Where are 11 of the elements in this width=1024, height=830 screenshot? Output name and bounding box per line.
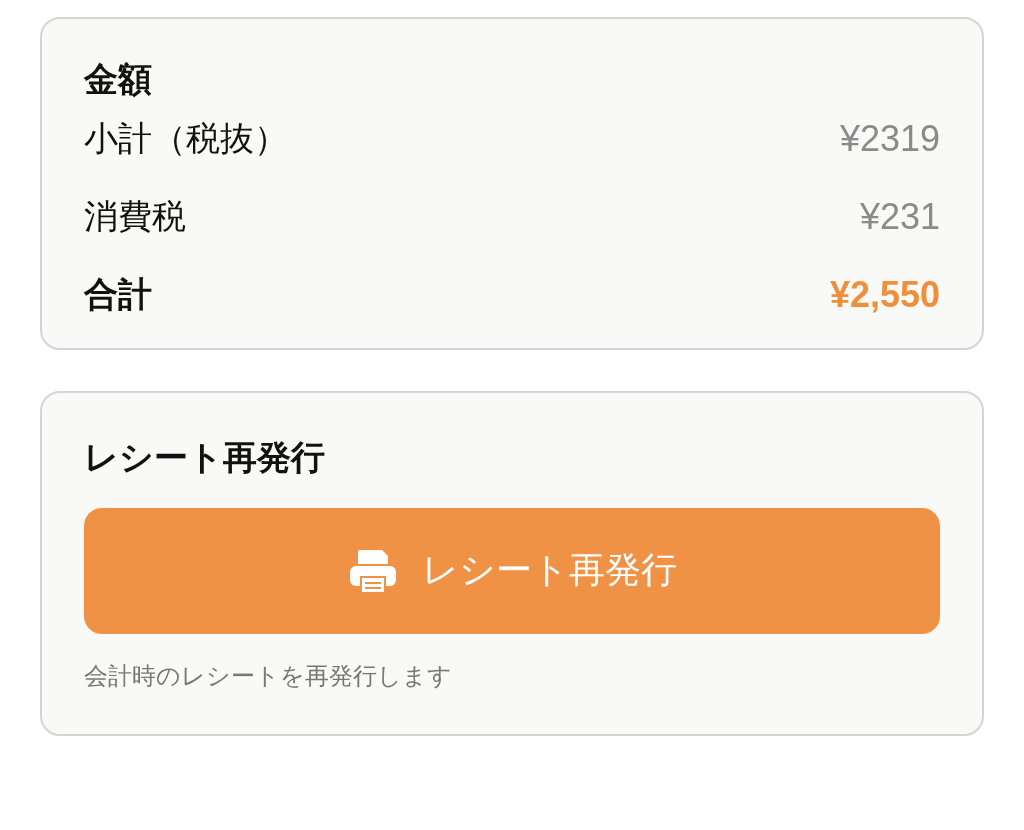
card-title: 金額 [84,59,153,100]
card-title: レシート再発行 [84,436,326,478]
row-value: ¥231 [859,195,940,238]
row-label: 小計（税抜） [84,116,288,160]
reissue-button[interactable]: レシート再発行 [84,507,940,634]
row-value: ¥2,550 [829,273,940,316]
row-label: 合計 [84,272,152,316]
printer-icon [347,547,398,594]
row-label: 消費税 [84,194,186,238]
note-text: 会計時のレシートを再発行します [84,660,453,692]
row-value: ¥2319 [839,117,940,160]
